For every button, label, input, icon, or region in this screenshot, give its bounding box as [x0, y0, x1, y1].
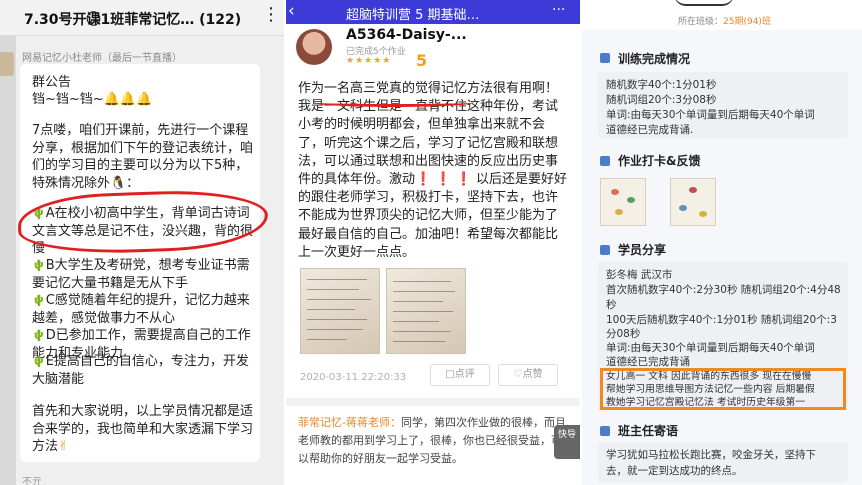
teacher-section-icon	[600, 426, 610, 436]
homework-feed-panel: ‹ 超脑特训营 5 期基础… ··· A5364-Daisy-... 已完成5个…	[286, 0, 580, 485]
sender-name: 网易记忆小杜老师（最后一节直播）	[22, 53, 182, 64]
red-underline-mark	[314, 98, 474, 107]
nav-bar: ‹ 超脑特训营 5 期基础… ···	[286, 0, 580, 24]
float-button[interactable]: 快导	[554, 425, 580, 459]
report-banner: 所在班级：25期(94)班	[582, 0, 862, 30]
option-text: B大学生及考研党，想考专业证书需要记忆大量书籍是无从下手	[32, 258, 250, 291]
cactus-icon: 🌵	[32, 329, 46, 342]
cloud-drawing	[674, 0, 734, 6]
orange-highlight-box	[600, 368, 846, 410]
share-line: 彭冬梅 武汉市	[606, 269, 673, 281]
share-line: 首次随机数字40个:2分30秒 随机词组20个:4分48	[606, 284, 841, 296]
like-button[interactable]: ♡点赞	[498, 364, 558, 386]
option-text: E提高自己的自信心，专注力，开发大脑潜能	[32, 354, 249, 387]
intro-text: 7点喽，咱们开课前，先进行一个课程分享，根据加们下午的登记表统计，咱们的学习目的…	[32, 123, 254, 191]
announcement-bells: 铛~铛~铛~🔔🔔🔔	[32, 92, 153, 107]
post-timestamp: 2020-03-11 22:20:33	[300, 372, 407, 383]
next-sender-name: 不亓	[22, 477, 42, 485]
wechat-chat-panel: 1 7.30号开课⃝1班菲常记忆… (122) ⋮ 网易记忆小杜老师（最后一节直…	[0, 0, 284, 485]
option-item: 🌵B大学生及考研党，想考专业证书需要记忆大量书籍是无从下手	[32, 257, 258, 292]
share-line: 100天后随机数字40个:1分01秒 随机词组20个:3	[606, 314, 837, 326]
cactus-icon: 🌵	[32, 259, 46, 272]
training-section-icon	[600, 53, 610, 63]
closing-text: 首先和大家说明，以上学员情况都是适合来学的，我也简单和大家透漏下学习方法✌	[32, 403, 256, 456]
cactus-icon: 🌵	[32, 294, 46, 307]
share-line: 秒	[606, 299, 617, 311]
teacher-title: 班主任寄语	[618, 424, 679, 438]
cactus-icon: 🌵	[32, 355, 46, 368]
post-text: 作为一名高三党真的觉得记忆方法很有用啊！我是一文科生但是一直背不住这种年份，考试…	[298, 81, 567, 260]
back-arrow-icon[interactable]: ‹	[288, 1, 295, 21]
ellipsis-icon[interactable]: ⋮	[262, 4, 280, 25]
reply-author[interactable]: 菲常记忆-蒋蒋老师：	[298, 416, 401, 429]
user-name[interactable]: A5364-Daisy-...	[346, 27, 467, 43]
training-line: 随机词组20个:3分08秒	[606, 94, 717, 106]
homework-section-icon	[600, 156, 610, 166]
score-value: 5	[416, 51, 428, 70]
class-value: 25期(94)班	[723, 17, 771, 27]
sender-avatar[interactable]	[0, 52, 14, 76]
teacher-reply: 菲常记忆-蒋蒋老师：同学，第四次作业做的很棒，而且老师教的都用到学习上了，很棒，…	[298, 414, 568, 468]
class-report-panel: 所在班级：25期(94)班 训练完成情况 随机数字40个:1分01秒 随机词组2…	[582, 0, 862, 485]
more-icon[interactable]: ···	[552, 2, 565, 18]
training-line: 单词:由每天30个单词量到后期每天40个单词	[606, 109, 815, 121]
share-section-icon	[600, 245, 610, 255]
section-divider	[286, 398, 580, 406]
option-item: 🌵E提高自己的自信心，专注力，开发大脑潜能	[32, 353, 258, 388]
homework-title: 作业打卡&反馈	[618, 154, 701, 168]
class-label: 所在班级：	[678, 17, 724, 27]
chat-title[interactable]: 7.30号开课⃝1班菲常记忆… (122)	[24, 9, 241, 29]
training-line: 道德经已完成背诵.	[606, 124, 694, 136]
victory-hand-icon: ✌	[58, 439, 69, 454]
star-rating: ★★★★★	[346, 56, 392, 66]
teacher-line: 学习犹如马拉松长跑比赛，咬金牙关，坚持下	[606, 449, 816, 461]
teacher-line: 去，就一定到达成功的终点。	[606, 465, 743, 477]
share-title: 学员分享	[618, 243, 667, 257]
option-item: 🌵C感觉随着年纪的提升，记忆力越来越差，感觉做事力不从心	[32, 292, 258, 327]
training-title: 训练完成情况	[618, 52, 691, 66]
user-avatar[interactable]	[296, 29, 332, 65]
nav-title: 超脑特训营 5 期基础…	[346, 8, 480, 23]
option-text: C感觉随着年纪的提升，记忆力越来越差，感觉做事力不从心	[32, 293, 250, 326]
homework-photo[interactable]	[386, 268, 466, 354]
training-line: 随机数字40个:1分01秒	[606, 79, 717, 91]
mindmap-sketch[interactable]	[600, 178, 646, 226]
homework-photo[interactable]	[300, 268, 380, 354]
class-info: 所在班级：25期(94)班	[678, 14, 771, 27]
comment-button[interactable]: □点评	[430, 364, 490, 386]
mindmap-sketch[interactable]	[670, 178, 716, 226]
